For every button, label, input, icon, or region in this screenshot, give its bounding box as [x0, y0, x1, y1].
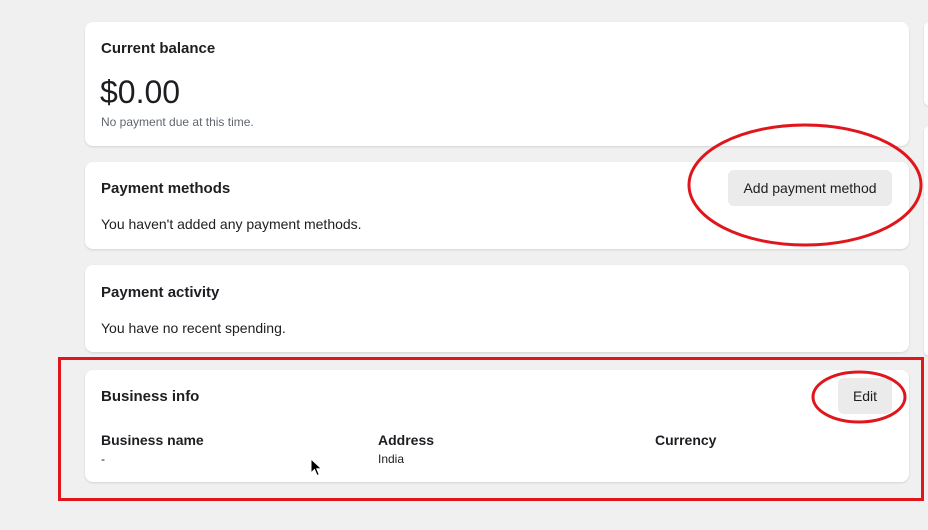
mouse-cursor-icon	[310, 458, 323, 477]
currency-label: Currency	[655, 432, 717, 448]
side-panel-card-top	[924, 22, 928, 106]
balance-amount: $0.00	[100, 74, 181, 110]
payment-methods-card: Payment methods You haven't added any pa…	[85, 162, 909, 249]
balance-note: No payment due at this time.	[101, 115, 254, 129]
edit-business-info-button[interactable]: Edit	[838, 378, 892, 414]
payment-activity-card: Payment activity You have no recent spen…	[85, 265, 909, 352]
business-info-title: Business info	[101, 388, 200, 405]
address-label: Address	[378, 432, 435, 448]
payment-activity-title: Payment activity	[101, 284, 220, 301]
address-value: India	[378, 452, 405, 466]
business-info-card: Business info Edit Business name - Addre…	[85, 370, 909, 482]
payment-methods-empty-text: You haven't added any payment methods.	[101, 216, 362, 232]
payment-methods-title: Payment methods	[101, 180, 231, 197]
current-balance-title: Current balance	[101, 40, 216, 57]
business-name-value: -	[101, 452, 105, 466]
current-balance-card: Current balance $0.00 No payment due at …	[85, 22, 909, 146]
payment-activity-empty-text: You have no recent spending.	[101, 320, 286, 336]
business-name-label: Business name	[101, 432, 204, 448]
side-panel-card-bottom	[924, 126, 928, 356]
add-payment-method-button[interactable]: Add payment method	[728, 170, 892, 206]
